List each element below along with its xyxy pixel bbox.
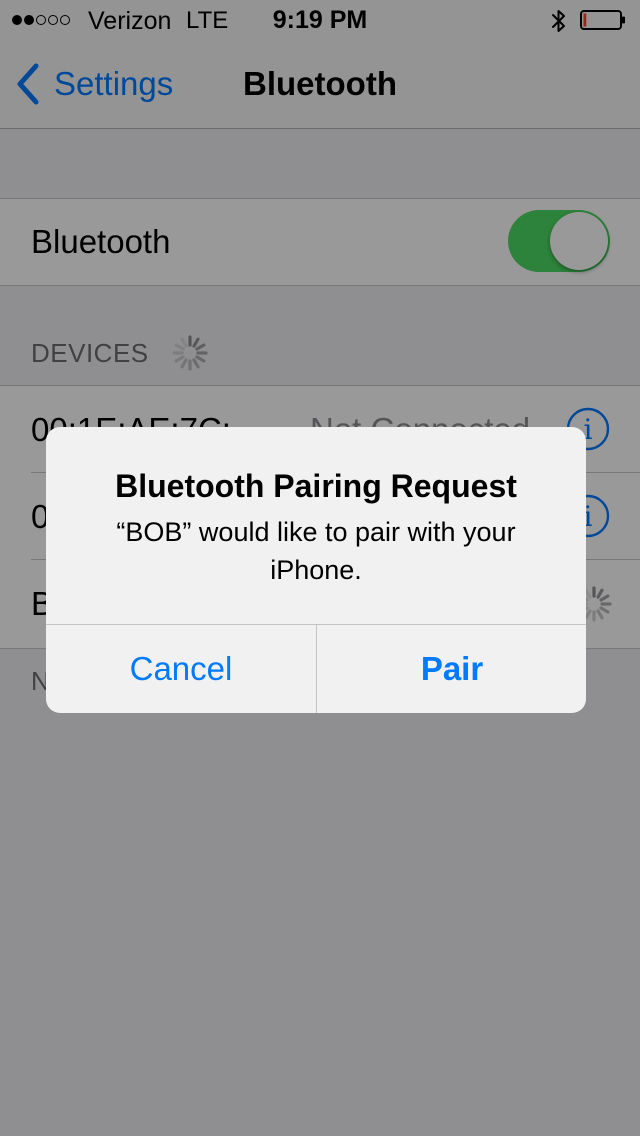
alert-message: “BOB” would like to pair with your iPhon… (116, 517, 516, 585)
pair-button[interactable]: Pair (317, 625, 586, 713)
cancel-button[interactable]: Cancel (46, 625, 316, 713)
alert-title: Bluetooth Pairing Request (115, 468, 517, 504)
pairing-request-alert: Bluetooth Pairing Request “BOB” would li… (46, 427, 586, 713)
